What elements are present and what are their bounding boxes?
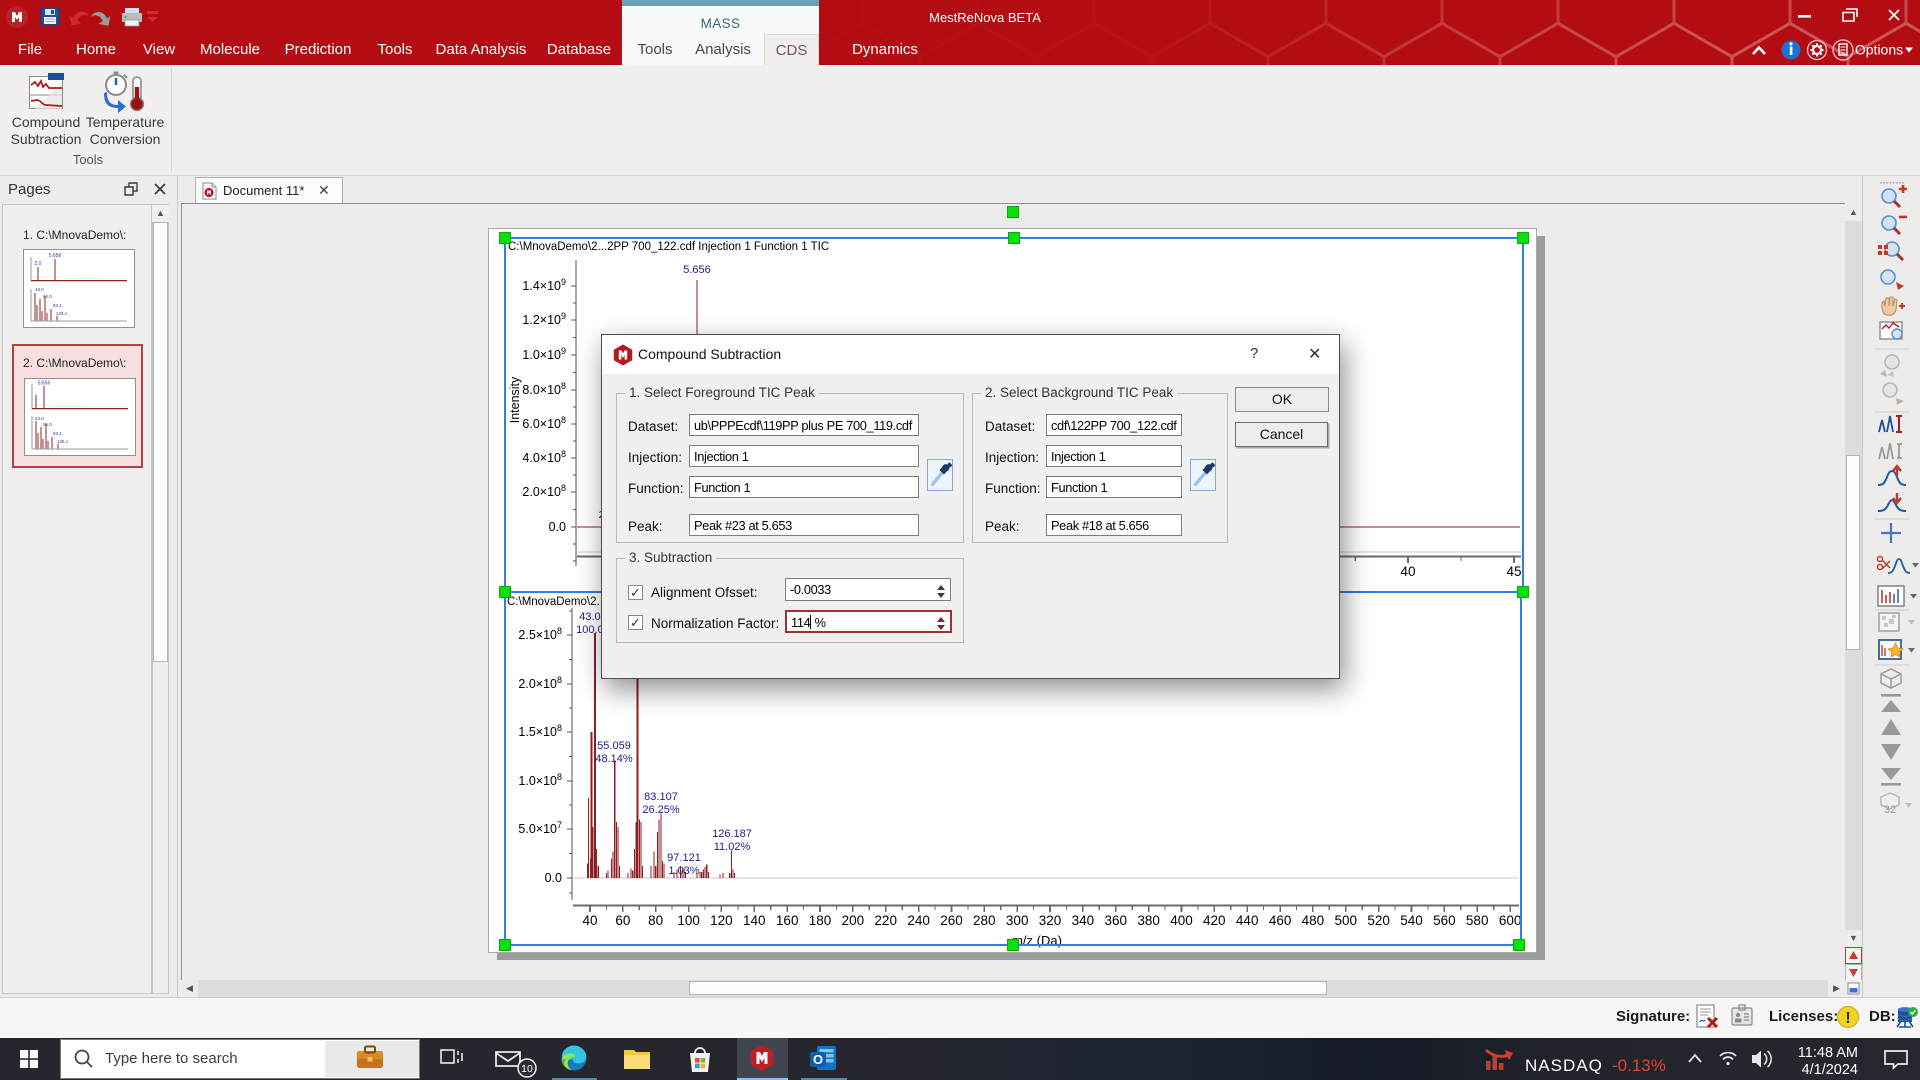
svg-text:120: 120 — [710, 913, 733, 928]
svg-text:320: 320 — [1039, 913, 1062, 928]
svg-text:-0.13%: -0.13% — [1612, 1056, 1666, 1075]
svg-text:!: ! — [1845, 1010, 1850, 1027]
svg-text:540: 540 — [1400, 913, 1423, 928]
svg-text:Intensity: Intensity — [508, 376, 522, 423]
svg-text:160: 160 — [776, 913, 799, 928]
svg-text:180: 180 — [809, 913, 832, 928]
svg-text:6.0×108: 6.0×108 — [522, 415, 566, 431]
svg-text:2.0: 2.0 — [35, 261, 42, 267]
svg-text:126.187: 126.187 — [712, 828, 752, 840]
svg-text:8.0×108: 8.0×108 — [522, 381, 566, 397]
svg-text:200: 200 — [842, 913, 865, 928]
svg-text:140: 140 — [743, 913, 766, 928]
svg-text:40: 40 — [582, 913, 597, 928]
svg-text:2.0×108: 2.0×108 — [522, 483, 566, 499]
svg-text:83.1: 83.1 — [53, 431, 62, 436]
svg-text:0.0: 0.0 — [545, 871, 562, 885]
svg-text:10: 10 — [521, 1063, 533, 1075]
svg-text:48.14%: 48.14% — [595, 753, 633, 765]
svg-text:43.0: 43.0 — [35, 416, 44, 421]
svg-text:2.5×108: 2.5×108 — [518, 626, 562, 642]
svg-text:83.1: 83.1 — [53, 303, 62, 308]
svg-text:60: 60 — [615, 913, 630, 928]
svg-text:560: 560 — [1433, 913, 1456, 928]
svg-text:5.656: 5.656 — [38, 381, 51, 387]
svg-text:.. ... ...... .......... .. ..: .. ... ...... .......... .. .. .. — [50, 403, 87, 408]
svg-text:43.0: 43.0 — [35, 287, 44, 292]
svg-text:.. ... ... .. ... ... ... .. .: .. ... ... .. ... ... ... .. .. .. — [63, 275, 101, 280]
svg-text:Options: Options — [1855, 42, 1903, 58]
svg-text:360: 360 — [1105, 913, 1128, 928]
svg-text:260: 260 — [940, 913, 963, 928]
svg-text:55.0: 55.0 — [43, 294, 52, 299]
svg-text:26.25%: 26.25% — [642, 804, 680, 816]
svg-text:420: 420 — [1203, 913, 1226, 928]
svg-text:580: 580 — [1466, 913, 1489, 928]
svg-text:80: 80 — [648, 913, 663, 928]
svg-text:C:\MnovaDemo\2.: C:\MnovaDemo\2. — [507, 596, 600, 608]
svg-text:1.5×108: 1.5×108 — [518, 723, 562, 739]
svg-text:55.0: 55.0 — [43, 422, 52, 427]
svg-text:126.1: 126.1 — [56, 311, 68, 316]
svg-text:1.4×109: 1.4×109 — [522, 277, 566, 293]
svg-text:O: O — [813, 1052, 823, 1067]
svg-text:400: 400 — [1170, 913, 1193, 928]
svg-text:500: 500 — [1335, 913, 1358, 928]
svg-text:126.1: 126.1 — [57, 439, 69, 444]
svg-text:300: 300 — [1006, 913, 1029, 928]
svg-text:100: 100 — [677, 913, 700, 928]
svg-text:460: 460 — [1269, 913, 1292, 928]
svg-text:11.02%: 11.02% — [714, 841, 751, 853]
svg-text:380: 380 — [1137, 913, 1160, 928]
svg-text:32: 32 — [1884, 804, 1896, 816]
svg-text:520: 520 — [1367, 913, 1390, 928]
svg-text:4.0×108: 4.0×108 — [522, 449, 566, 465]
svg-text:1.03%: 1.03% — [668, 865, 699, 877]
svg-text:1.0×109: 1.0×109 — [522, 346, 566, 362]
svg-text:2.0×108: 2.0×108 — [518, 675, 562, 691]
svg-text:220: 220 — [874, 913, 897, 928]
svg-text:280: 280 — [973, 913, 996, 928]
svg-text:1.0×108: 1.0×108 — [518, 772, 562, 788]
svg-text:40: 40 — [1400, 564, 1415, 579]
svg-text:55.059: 55.059 — [597, 740, 631, 752]
svg-text:5.656: 5.656 — [49, 253, 62, 259]
svg-text:5.656: 5.656 — [683, 264, 711, 276]
svg-text:C:\MnovaDemo\2...2PP 700_122.c: C:\MnovaDemo\2...2PP 700_122.cdf Injecti… — [508, 241, 829, 253]
svg-text:83.107: 83.107 — [644, 791, 678, 803]
svg-text:97.121: 97.121 — [667, 852, 701, 864]
svg-text:240: 240 — [907, 913, 930, 928]
svg-text:5.0×107: 5.0×107 — [518, 820, 562, 836]
svg-text:1.2×109: 1.2×109 — [522, 311, 566, 327]
svg-text:0.0: 0.0 — [549, 520, 566, 534]
svg-text:340: 340 — [1072, 913, 1095, 928]
svg-text:440: 440 — [1236, 913, 1259, 928]
svg-text:NASDAQ: NASDAQ — [1525, 1056, 1603, 1075]
svg-text:600: 600 — [1499, 913, 1522, 928]
svg-text:45: 45 — [1506, 564, 1521, 579]
svg-text:480: 480 — [1302, 913, 1325, 928]
